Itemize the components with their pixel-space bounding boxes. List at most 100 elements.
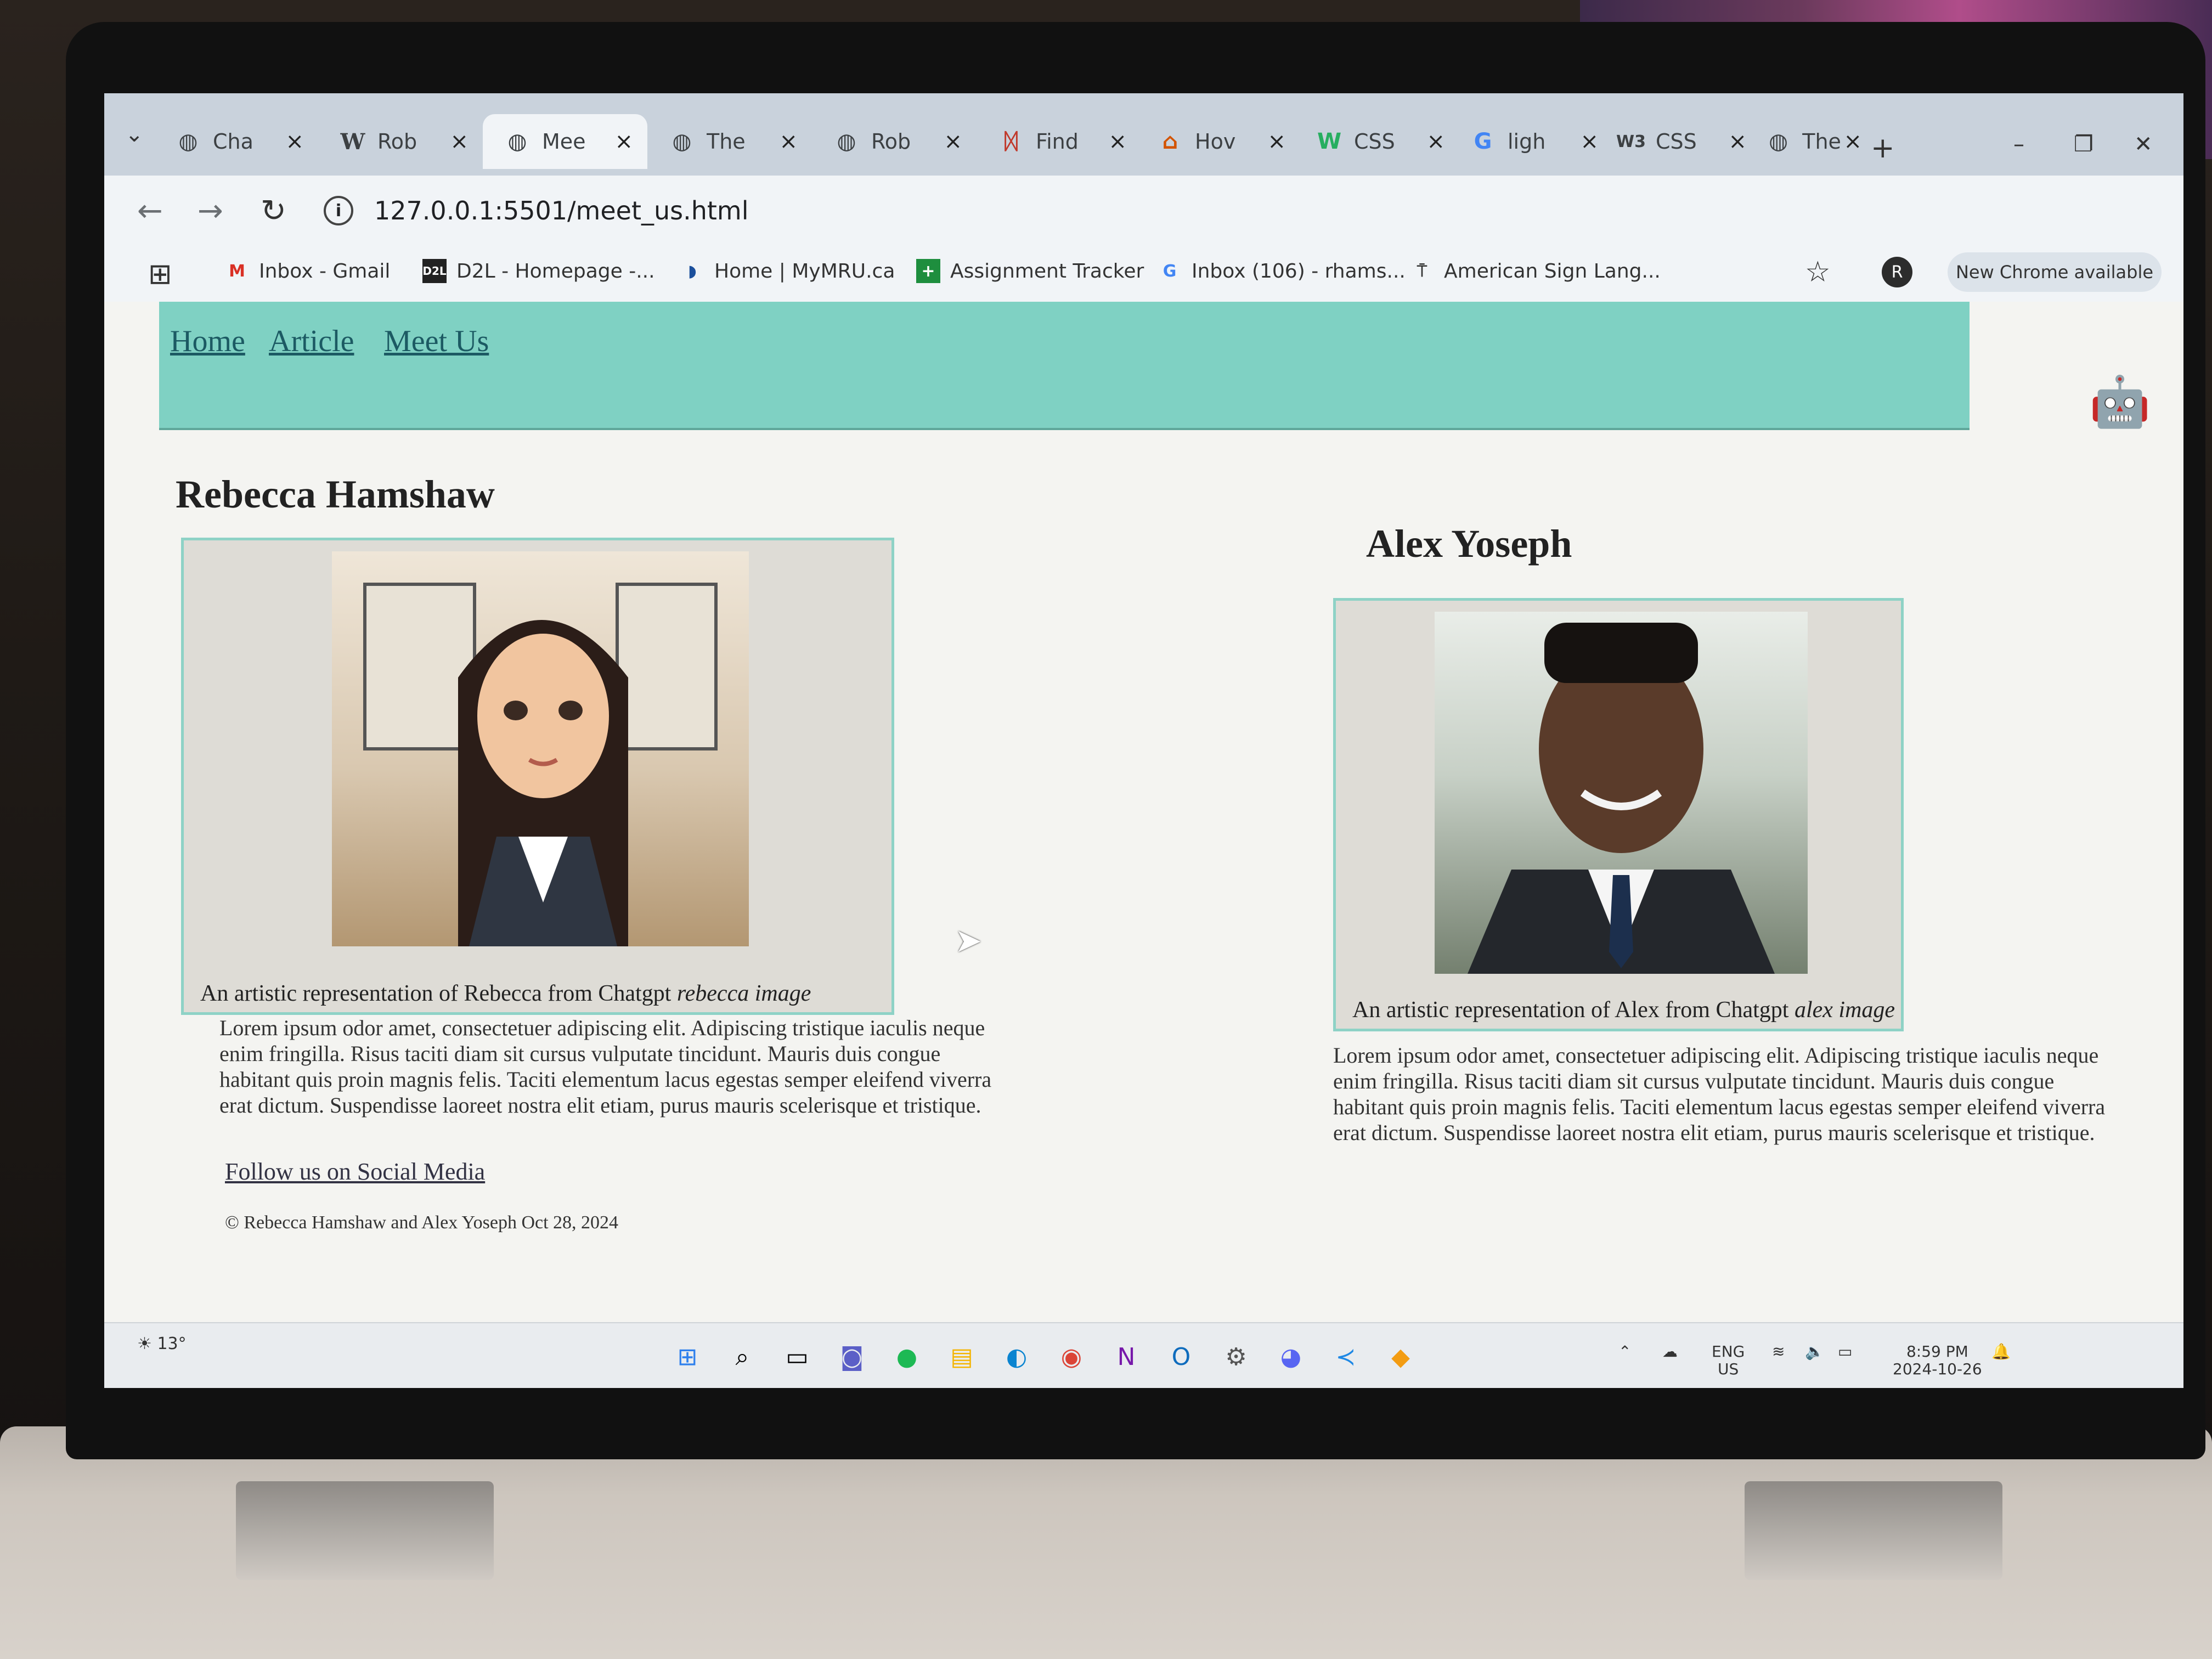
- volume-icon[interactable]: 🔈: [1805, 1343, 1824, 1361]
- bookmark-label: Inbox (106) - rhams...: [1192, 259, 1406, 283]
- tab-5[interactable]: ᛞ Find ×: [977, 114, 1141, 169]
- onenote-icon[interactable]: N: [1108, 1339, 1144, 1375]
- tray-chevron-icon[interactable]: ⌃: [1618, 1343, 1631, 1361]
- asl-icon: ⍑: [1417, 261, 1427, 281]
- tab-3[interactable]: ◍ The ×: [647, 114, 812, 169]
- discord-icon[interactable]: ◕: [1273, 1339, 1309, 1375]
- profile-avatar[interactable]: R: [1882, 257, 1912, 287]
- figure-caption-alex: An artistic representation of Alex from …: [1352, 997, 1895, 1023]
- globe-icon: ◍: [178, 129, 198, 154]
- language-indicator[interactable]: ENG US: [1712, 1343, 1745, 1378]
- bookmarks-bar: ⊞ M Inbox - Gmail D2L D2L - Homepage -..…: [104, 247, 2183, 302]
- new-tab-icon[interactable]: +: [1871, 132, 1895, 165]
- bookmark-label: Inbox - Gmail: [259, 259, 391, 283]
- spotify-icon[interactable]: ●: [889, 1339, 925, 1375]
- person-name-rebecca: Rebecca Hamshaw: [176, 472, 495, 516]
- close-icon[interactable]: ×: [285, 129, 304, 154]
- close-icon[interactable]: ×: [944, 129, 962, 154]
- window-close-icon[interactable]: ✕: [2134, 132, 2153, 157]
- close-icon[interactable]: ×: [1108, 129, 1127, 154]
- close-icon[interactable]: ×: [1426, 129, 1445, 154]
- task-view-icon[interactable]: ▭: [779, 1339, 815, 1375]
- close-icon[interactable]: ×: [779, 129, 798, 154]
- tab-8[interactable]: G ligh ×: [1448, 114, 1613, 169]
- tab-strip: ⌄ ◍ Cha × W Rob × ◍ Mee × ◍ The × ◍ Rob …: [104, 93, 2183, 176]
- tab-title: The: [707, 129, 746, 154]
- bookmark-label: American Sign Lang...: [1444, 259, 1661, 283]
- find-icon: ᛞ: [1005, 129, 1018, 154]
- weather-widget[interactable]: ☀ 13°: [137, 1334, 187, 1353]
- wifi-icon[interactable]: ≋: [1772, 1343, 1785, 1361]
- social-media-link[interactable]: Follow us on Social Media: [225, 1158, 485, 1186]
- nav-link-home[interactable]: Home: [170, 324, 245, 359]
- tab-title: Rob: [377, 129, 417, 154]
- close-icon[interactable]: ×: [1843, 129, 1862, 154]
- bookmark-gmail[interactable]: M Inbox - Gmail: [225, 259, 390, 283]
- tab-1[interactable]: W Rob ×: [318, 114, 483, 169]
- laptop-screen: ⌄ ◍ Cha × W Rob × ◍ Mee × ◍ The × ◍ Rob …: [104, 93, 2183, 1388]
- battery-icon[interactable]: ▭: [1838, 1343, 1852, 1361]
- forward-icon[interactable]: →: [198, 193, 223, 229]
- tab-9[interactable]: W3 CSS ×: [1596, 114, 1761, 169]
- minimize-icon[interactable]: –: [2013, 132, 2024, 157]
- bookmark-label: D2L - Homepage -...: [456, 259, 655, 283]
- onedrive-icon[interactable]: ☁: [1662, 1343, 1678, 1361]
- reload-icon[interactable]: ↻: [261, 193, 286, 229]
- vscode-icon[interactable]: ≺: [1328, 1339, 1364, 1375]
- tab-7[interactable]: W CSS ×: [1295, 114, 1459, 169]
- gmail-icon: M: [229, 261, 245, 281]
- close-icon[interactable]: ×: [1580, 129, 1599, 154]
- globe-icon: ◍: [672, 129, 692, 154]
- info-icon[interactable]: i: [324, 196, 353, 225]
- outlook-icon[interactable]: O: [1163, 1339, 1199, 1375]
- bookmark-assignment-tracker[interactable]: + Assignment Tracker: [916, 259, 1144, 283]
- bookmark-star-icon[interactable]: ☆: [1805, 256, 1831, 289]
- file-explorer-icon[interactable]: ▤: [944, 1339, 980, 1375]
- teams-icon[interactable]: ◙: [834, 1339, 870, 1375]
- close-icon[interactable]: ×: [1728, 129, 1747, 154]
- restore-icon[interactable]: ❐: [2074, 132, 2094, 157]
- person-name-alex: Alex Yoseph: [1366, 522, 1572, 566]
- tab-4[interactable]: ◍ Rob ×: [812, 114, 977, 169]
- rebecca-illustration: [363, 583, 718, 946]
- search-icon[interactable]: ⌕: [724, 1339, 760, 1375]
- back-icon[interactable]: ←: [137, 193, 163, 229]
- close-icon[interactable]: ×: [450, 129, 469, 154]
- alex-illustration: [1468, 623, 1775, 974]
- bookmark-asl[interactable]: ⍑ American Sign Lang...: [1410, 259, 1661, 283]
- nav-link-meet-us[interactable]: Meet Us: [384, 324, 489, 359]
- tab-title: The: [1802, 129, 1841, 154]
- bookmark-mymru[interactable]: ◗ Home | MyMRU.ca: [680, 259, 895, 283]
- git-icon[interactable]: ◆: [1383, 1339, 1419, 1375]
- notifications-bell-icon[interactable]: 🔔: [1991, 1343, 2011, 1361]
- tab-2-active[interactable]: ◍ Mee ×: [483, 114, 647, 169]
- tab-10[interactable]: ◍ The ×: [1745, 114, 1876, 169]
- bookmark-inbox[interactable]: G Inbox (106) - rhams...: [1158, 259, 1406, 283]
- tab-search-icon[interactable]: ⌄: [125, 122, 144, 147]
- close-icon[interactable]: ×: [614, 129, 633, 154]
- tab-0[interactable]: ◍ Cha ×: [154, 114, 318, 169]
- tab-title: Cha: [213, 129, 253, 154]
- hov-icon: ⌂: [1162, 129, 1178, 154]
- nav-link-article[interactable]: Article: [269, 324, 354, 359]
- settings-gear-icon[interactable]: ⚙: [1218, 1339, 1254, 1375]
- sheets-icon: +: [916, 259, 940, 283]
- address-bar[interactable]: i 127.0.0.1:5501/meet_us.html: [324, 185, 1585, 236]
- copyright-text: © Rebecca Hamshaw and Alex Yoseph Oct 28…: [225, 1212, 619, 1233]
- edge-icon[interactable]: ◐: [998, 1339, 1035, 1375]
- start-icon[interactable]: ⊞: [669, 1339, 706, 1375]
- apps-grid-icon[interactable]: ⊞: [148, 258, 172, 291]
- clock[interactable]: 8:59 PM 2024-10-26: [1893, 1343, 1982, 1378]
- bookmark-d2l[interactable]: D2L D2L - Homepage -...: [422, 259, 655, 283]
- tab-title: Mee: [542, 129, 586, 154]
- robot-mascot-icon: 🤖: [2089, 375, 2151, 430]
- laptop-hinge-right: [1745, 1481, 2002, 1580]
- tab-title: CSS: [1656, 129, 1697, 154]
- tab-title: CSS: [1354, 129, 1395, 154]
- chrome-icon[interactable]: ◉: [1053, 1339, 1090, 1375]
- google-icon: G: [1163, 261, 1177, 281]
- close-icon[interactable]: ×: [1267, 129, 1286, 154]
- update-chrome-button[interactable]: New Chrome available: [1948, 252, 2162, 292]
- tab-6[interactable]: ⌂ Hov ×: [1136, 114, 1300, 169]
- url-text[interactable]: 127.0.0.1:5501/meet_us.html: [374, 196, 749, 225]
